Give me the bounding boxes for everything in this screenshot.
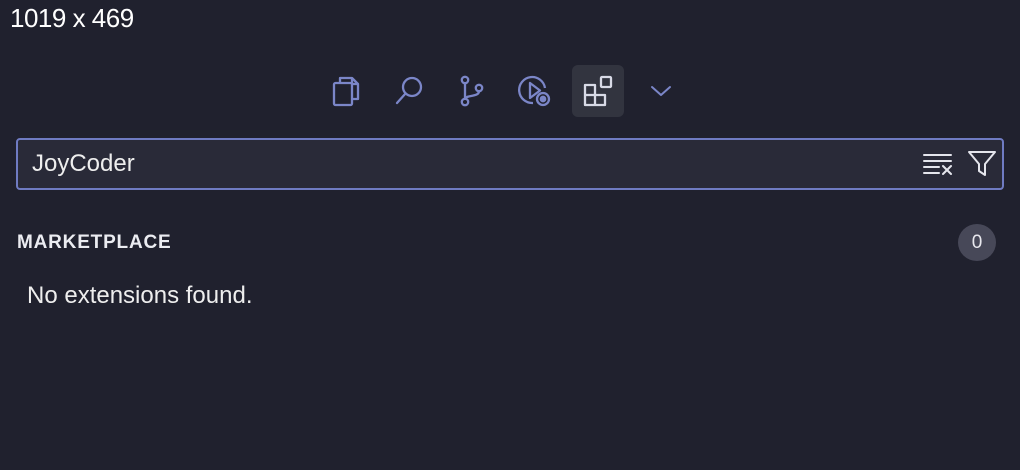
search-button[interactable] [383, 65, 435, 117]
extensions-view: 1019 x 469 JoyCoder MARKETPLACE 0 No ext… [0, 0, 1020, 470]
clear-results-button[interactable] [922, 149, 954, 179]
empty-results-message: No extensions found. [27, 282, 253, 309]
activity-toolbar [320, 65, 698, 117]
explorer-button[interactable] [320, 65, 372, 117]
marketplace-section-title: MARKETPLACE [17, 232, 172, 253]
extension-search-input[interactable] [18, 140, 908, 188]
filter-icon [968, 151, 996, 176]
search-icon [395, 76, 423, 105]
run-debug-button[interactable] [509, 65, 561, 117]
chevron-down-icon [651, 86, 671, 96]
dimensions-label: 1019 x 469 [10, 3, 134, 33]
extensions-icon [583, 75, 613, 107]
filter-button[interactable] [966, 149, 998, 179]
source-control-button[interactable] [446, 65, 498, 117]
clear-results-icon [923, 154, 952, 175]
more-views-button[interactable] [635, 65, 687, 117]
files-icon [332, 76, 360, 107]
extensions-button[interactable] [572, 65, 624, 117]
extension-search-box [16, 138, 1004, 190]
results-count-badge: 0 [958, 224, 996, 261]
source-control-icon [460, 75, 484, 107]
run-debug-icon [518, 75, 551, 107]
